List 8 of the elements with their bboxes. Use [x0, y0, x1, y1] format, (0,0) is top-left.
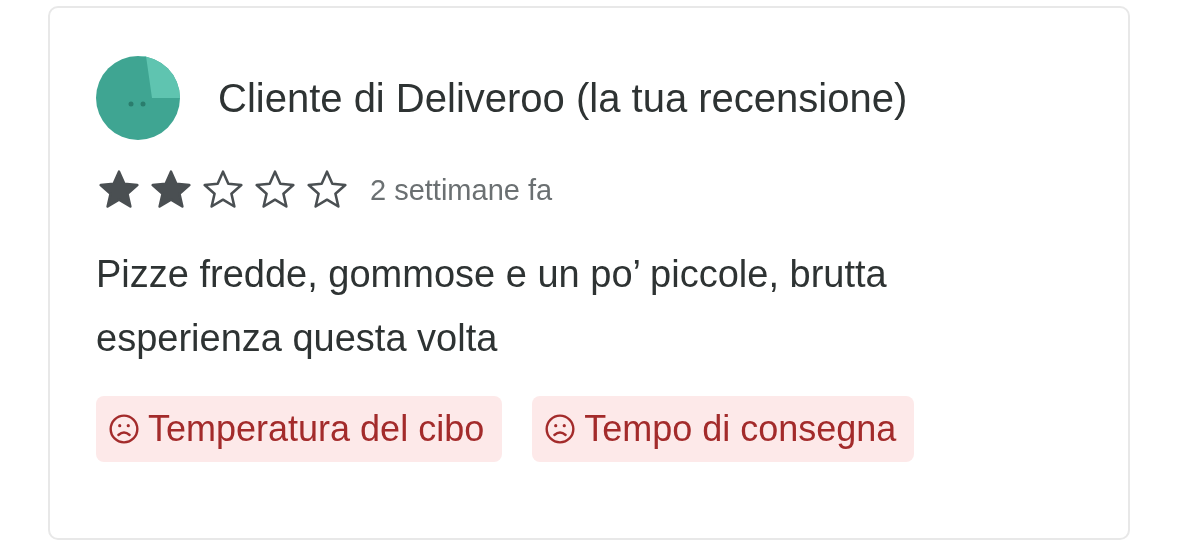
- tag-label: Tempo di consegna: [584, 408, 897, 450]
- review-text: Pizze fredde, gommose e un po’ piccole, brutta esperienza questa volta: [96, 252, 888, 361]
- review-date: 2 settimane fa: [370, 173, 553, 207]
- avatar-icon: [96, 56, 180, 140]
- reviewer-name: Cliente di Deliveroo (la tua recensione): [218, 75, 908, 121]
- sad-face-icon: [108, 413, 140, 445]
- sad-face-icon: [544, 413, 577, 445]
- tag-label: Temperatura del cibo: [148, 408, 485, 450]
